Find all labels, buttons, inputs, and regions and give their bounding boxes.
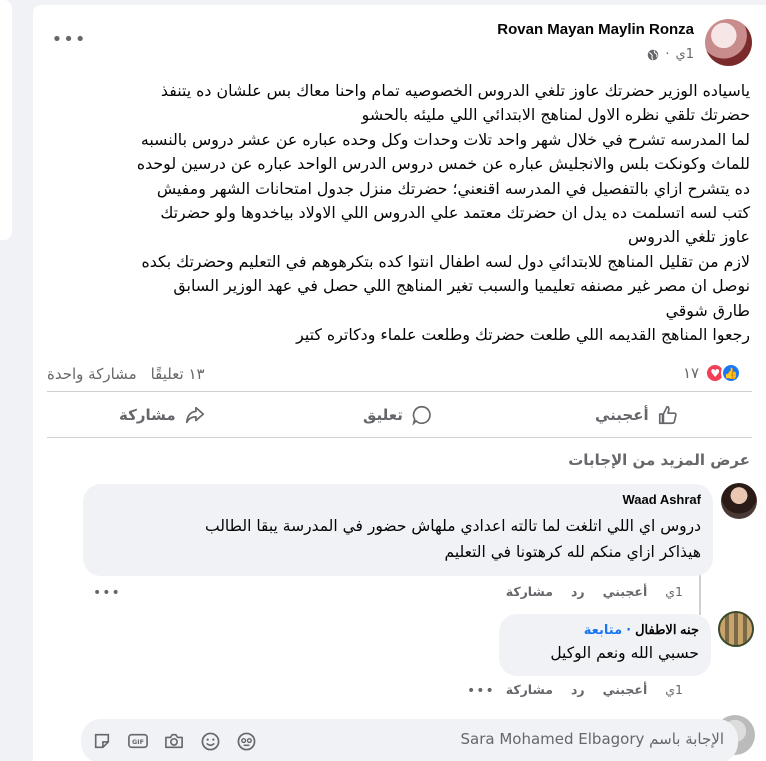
comments-count[interactable]: ١٣ تعليقًا bbox=[151, 365, 205, 383]
post-stats: ١٣ تعليقًا مشاركة واحدة bbox=[47, 365, 205, 383]
reply-actions: 1ي أعجبني رد مشاركة bbox=[506, 584, 683, 599]
post-meta: 1ي · bbox=[647, 47, 694, 62]
reactions-summary[interactable]: ١٧ ♥ 👍 bbox=[683, 363, 742, 383]
like-reaction-icon: 👍 bbox=[721, 363, 742, 383]
reply-avatar[interactable] bbox=[721, 483, 757, 519]
comment-icon bbox=[412, 405, 431, 426]
view-more-replies[interactable]: عرض المزيد من الإجابات bbox=[568, 451, 750, 469]
camera-icon[interactable] bbox=[163, 730, 185, 752]
shares-count[interactable]: مشاركة واحدة bbox=[47, 365, 137, 383]
composer-tools: GIF bbox=[91, 730, 257, 752]
post-line: رجعوا المناهج القديمه اللي طلعت حضرتك وط… bbox=[296, 325, 750, 345]
post-line: حضرتك تلقي نظره الاول لمناهج الابتدائي ا… bbox=[361, 105, 750, 125]
post-line: ده يتشرح ازاي بالتفصيل في المدرسه اقنعني… bbox=[156, 178, 750, 198]
like-button[interactable]: أعجبني bbox=[595, 397, 679, 433]
divider bbox=[47, 437, 752, 438]
reply-options-icon[interactable]: ••• bbox=[467, 683, 495, 699]
reply-like-button[interactable]: أعجبني bbox=[603, 584, 648, 599]
reply-header: جنه الاطفال · متابعة bbox=[511, 622, 699, 638]
reply-time[interactable]: 1ي bbox=[665, 682, 683, 697]
author-name[interactable]: Rovan Mayan Maylin Ronza bbox=[497, 21, 694, 38]
post-line: ياسياده الوزير حضرتك عاوز تلغي الدروس ال… bbox=[160, 81, 750, 100]
reply-author[interactable]: Waad Ashraf bbox=[95, 492, 702, 507]
reply-composer[interactable]: GIF bbox=[81, 719, 738, 761]
emoji-icon[interactable] bbox=[199, 730, 221, 752]
post-line: نوصل ان مصر غير مصنفه تعليميا والسبب تغي… bbox=[173, 276, 750, 296]
share-label: مشاركة bbox=[119, 406, 176, 424]
reply-line: دروس اي اللي اتلغت لما تالته اعدادي ملها… bbox=[204, 517, 701, 535]
reply-input[interactable] bbox=[364, 730, 724, 748]
reply-bubble: Waad Ashraf دروس اي اللي اتلغت لما تالته… bbox=[83, 484, 713, 576]
post-line: لما المدرسه تشرح في خلال شهر واحد تلات و… bbox=[140, 129, 750, 149]
reply-actions: 1ي أعجبني رد مشاركة bbox=[506, 682, 683, 697]
like-icon bbox=[658, 405, 677, 425]
avatar-sticker-icon[interactable] bbox=[235, 730, 257, 752]
share-icon bbox=[185, 406, 204, 424]
comment-button[interactable]: تعليق bbox=[363, 397, 433, 433]
post-time[interactable]: 1ي bbox=[676, 47, 694, 62]
sticker-icon[interactable] bbox=[91, 730, 113, 752]
like-label: أعجبني bbox=[595, 406, 649, 424]
post-line: عاوز تلغي الدروس bbox=[628, 227, 750, 247]
post-line: لازم من تقليل المناهج للابتدائي دول لسه … bbox=[141, 251, 750, 271]
post-text: ياسياده الوزير حضرتك عاوز تلغي الدروس ال… bbox=[50, 79, 750, 347]
reaction-count: ١٧ bbox=[683, 364, 700, 382]
reply-time[interactable]: 1ي bbox=[665, 584, 683, 599]
reply-separator: · bbox=[626, 622, 632, 638]
share-button[interactable]: مشاركة bbox=[119, 397, 206, 433]
more-options-icon[interactable]: ••• bbox=[52, 27, 86, 51]
comment-label: تعليق bbox=[363, 406, 403, 424]
reply-author[interactable]: جنه الاطفال bbox=[635, 622, 699, 638]
reply-bubble: جنه الاطفال · متابعة حسبي الله ونعم الوك… bbox=[499, 614, 711, 676]
author-avatar[interactable] bbox=[705, 19, 752, 66]
reply-line: حسبي الله ونعم الوكيل bbox=[550, 644, 699, 662]
divider bbox=[47, 391, 752, 392]
reply-share-button[interactable]: مشاركة bbox=[506, 682, 553, 697]
post-line: كتب لسه اتسلمت ده يدل ان حضرتك معتمد علي… bbox=[160, 203, 750, 223]
svg-text:GIF: GIF bbox=[132, 739, 144, 746]
post-line: للماث وكونكت بلس والانجليش عباره عن خمس … bbox=[136, 154, 750, 174]
reply-like-button[interactable]: أعجبني bbox=[603, 682, 648, 697]
reply-share-button[interactable]: مشاركة bbox=[506, 584, 553, 599]
dot-separator: · bbox=[665, 47, 670, 62]
post-line: طارق شوقي bbox=[665, 300, 750, 320]
reply-line: هيذاكر ازاي منكم لله كرهتونا في التعليم bbox=[444, 543, 702, 561]
post-card: Rovan Mayan Maylin Ronza 1ي · ••• ياسياد… bbox=[33, 5, 766, 761]
follow-button[interactable]: متابعة bbox=[584, 623, 622, 638]
globe-icon bbox=[648, 49, 659, 60]
reply-reply-button[interactable]: رد bbox=[571, 584, 585, 599]
reply-reply-button[interactable]: رد bbox=[571, 682, 585, 697]
reply-avatar[interactable] bbox=[718, 611, 754, 647]
adjacent-card bbox=[0, 0, 12, 240]
gif-icon[interactable]: GIF bbox=[127, 730, 149, 752]
reply-options-icon[interactable]: ••• bbox=[93, 585, 121, 601]
